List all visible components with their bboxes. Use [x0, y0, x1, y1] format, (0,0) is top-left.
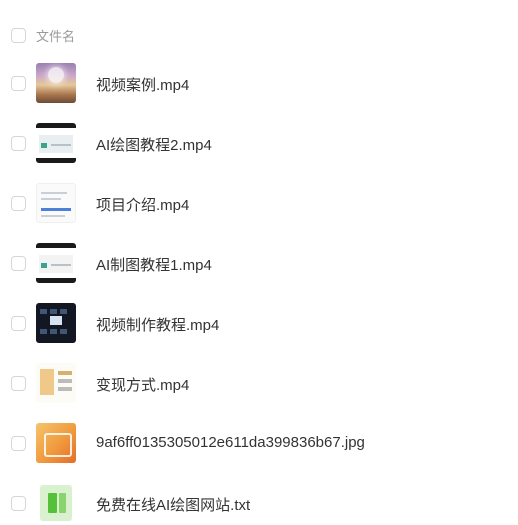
file-checkbox[interactable]	[11, 316, 26, 331]
file-checkbox[interactable]	[11, 496, 26, 511]
file-list: 文件名 视频案例.mp4 AI绘图教程2.mp4 项目介绍.mp4 AI制图教程…	[0, 0, 518, 525]
file-row[interactable]: 项目介绍.mp4	[0, 175, 518, 235]
file-row[interactable]: AI绘图教程2.mp4	[0, 115, 518, 175]
file-name[interactable]: 项目介绍.mp4	[96, 194, 189, 215]
column-header-filename[interactable]: 文件名	[36, 26, 75, 45]
video-thumbnail-icon	[36, 243, 76, 283]
select-all-checkbox[interactable]	[11, 28, 26, 43]
video-thumbnail-icon	[36, 183, 76, 223]
image-thumbnail-icon	[36, 423, 76, 463]
photo-thumbnail-icon	[36, 63, 76, 103]
file-checkbox[interactable]	[11, 376, 26, 391]
file-name[interactable]: AI制图教程1.mp4	[96, 254, 212, 275]
file-checkbox[interactable]	[11, 196, 26, 211]
file-checkbox[interactable]	[11, 76, 26, 91]
file-row[interactable]: AI制图教程1.mp4	[0, 235, 518, 295]
video-thumbnail-icon	[36, 123, 76, 163]
file-checkbox[interactable]	[11, 136, 26, 151]
file-row[interactable]: 免费在线AI绘图网站.txt	[0, 475, 518, 525]
file-name[interactable]: 免费在线AI绘图网站.txt	[96, 494, 250, 515]
video-thumbnail-icon	[36, 363, 76, 403]
file-name[interactable]: 9af6ff0135305012e611da399836b67.jpg	[96, 434, 365, 451]
file-row[interactable]: 9af6ff0135305012e611da399836b67.jpg	[0, 415, 518, 475]
txt-file-icon	[36, 483, 76, 523]
file-checkbox[interactable]	[11, 256, 26, 271]
file-checkbox[interactable]	[11, 436, 26, 451]
file-name[interactable]: 变现方式.mp4	[96, 374, 189, 395]
file-row[interactable]: 视频案例.mp4	[0, 55, 518, 115]
file-list-header: 文件名	[0, 18, 518, 52]
file-name[interactable]: 视频制作教程.mp4	[96, 314, 219, 335]
file-name[interactable]: AI绘图教程2.mp4	[96, 134, 212, 155]
video-thumbnail-icon	[36, 303, 76, 343]
file-row[interactable]: 变现方式.mp4	[0, 355, 518, 415]
file-row[interactable]: 视频制作教程.mp4	[0, 295, 518, 355]
file-name[interactable]: 视频案例.mp4	[96, 74, 189, 95]
